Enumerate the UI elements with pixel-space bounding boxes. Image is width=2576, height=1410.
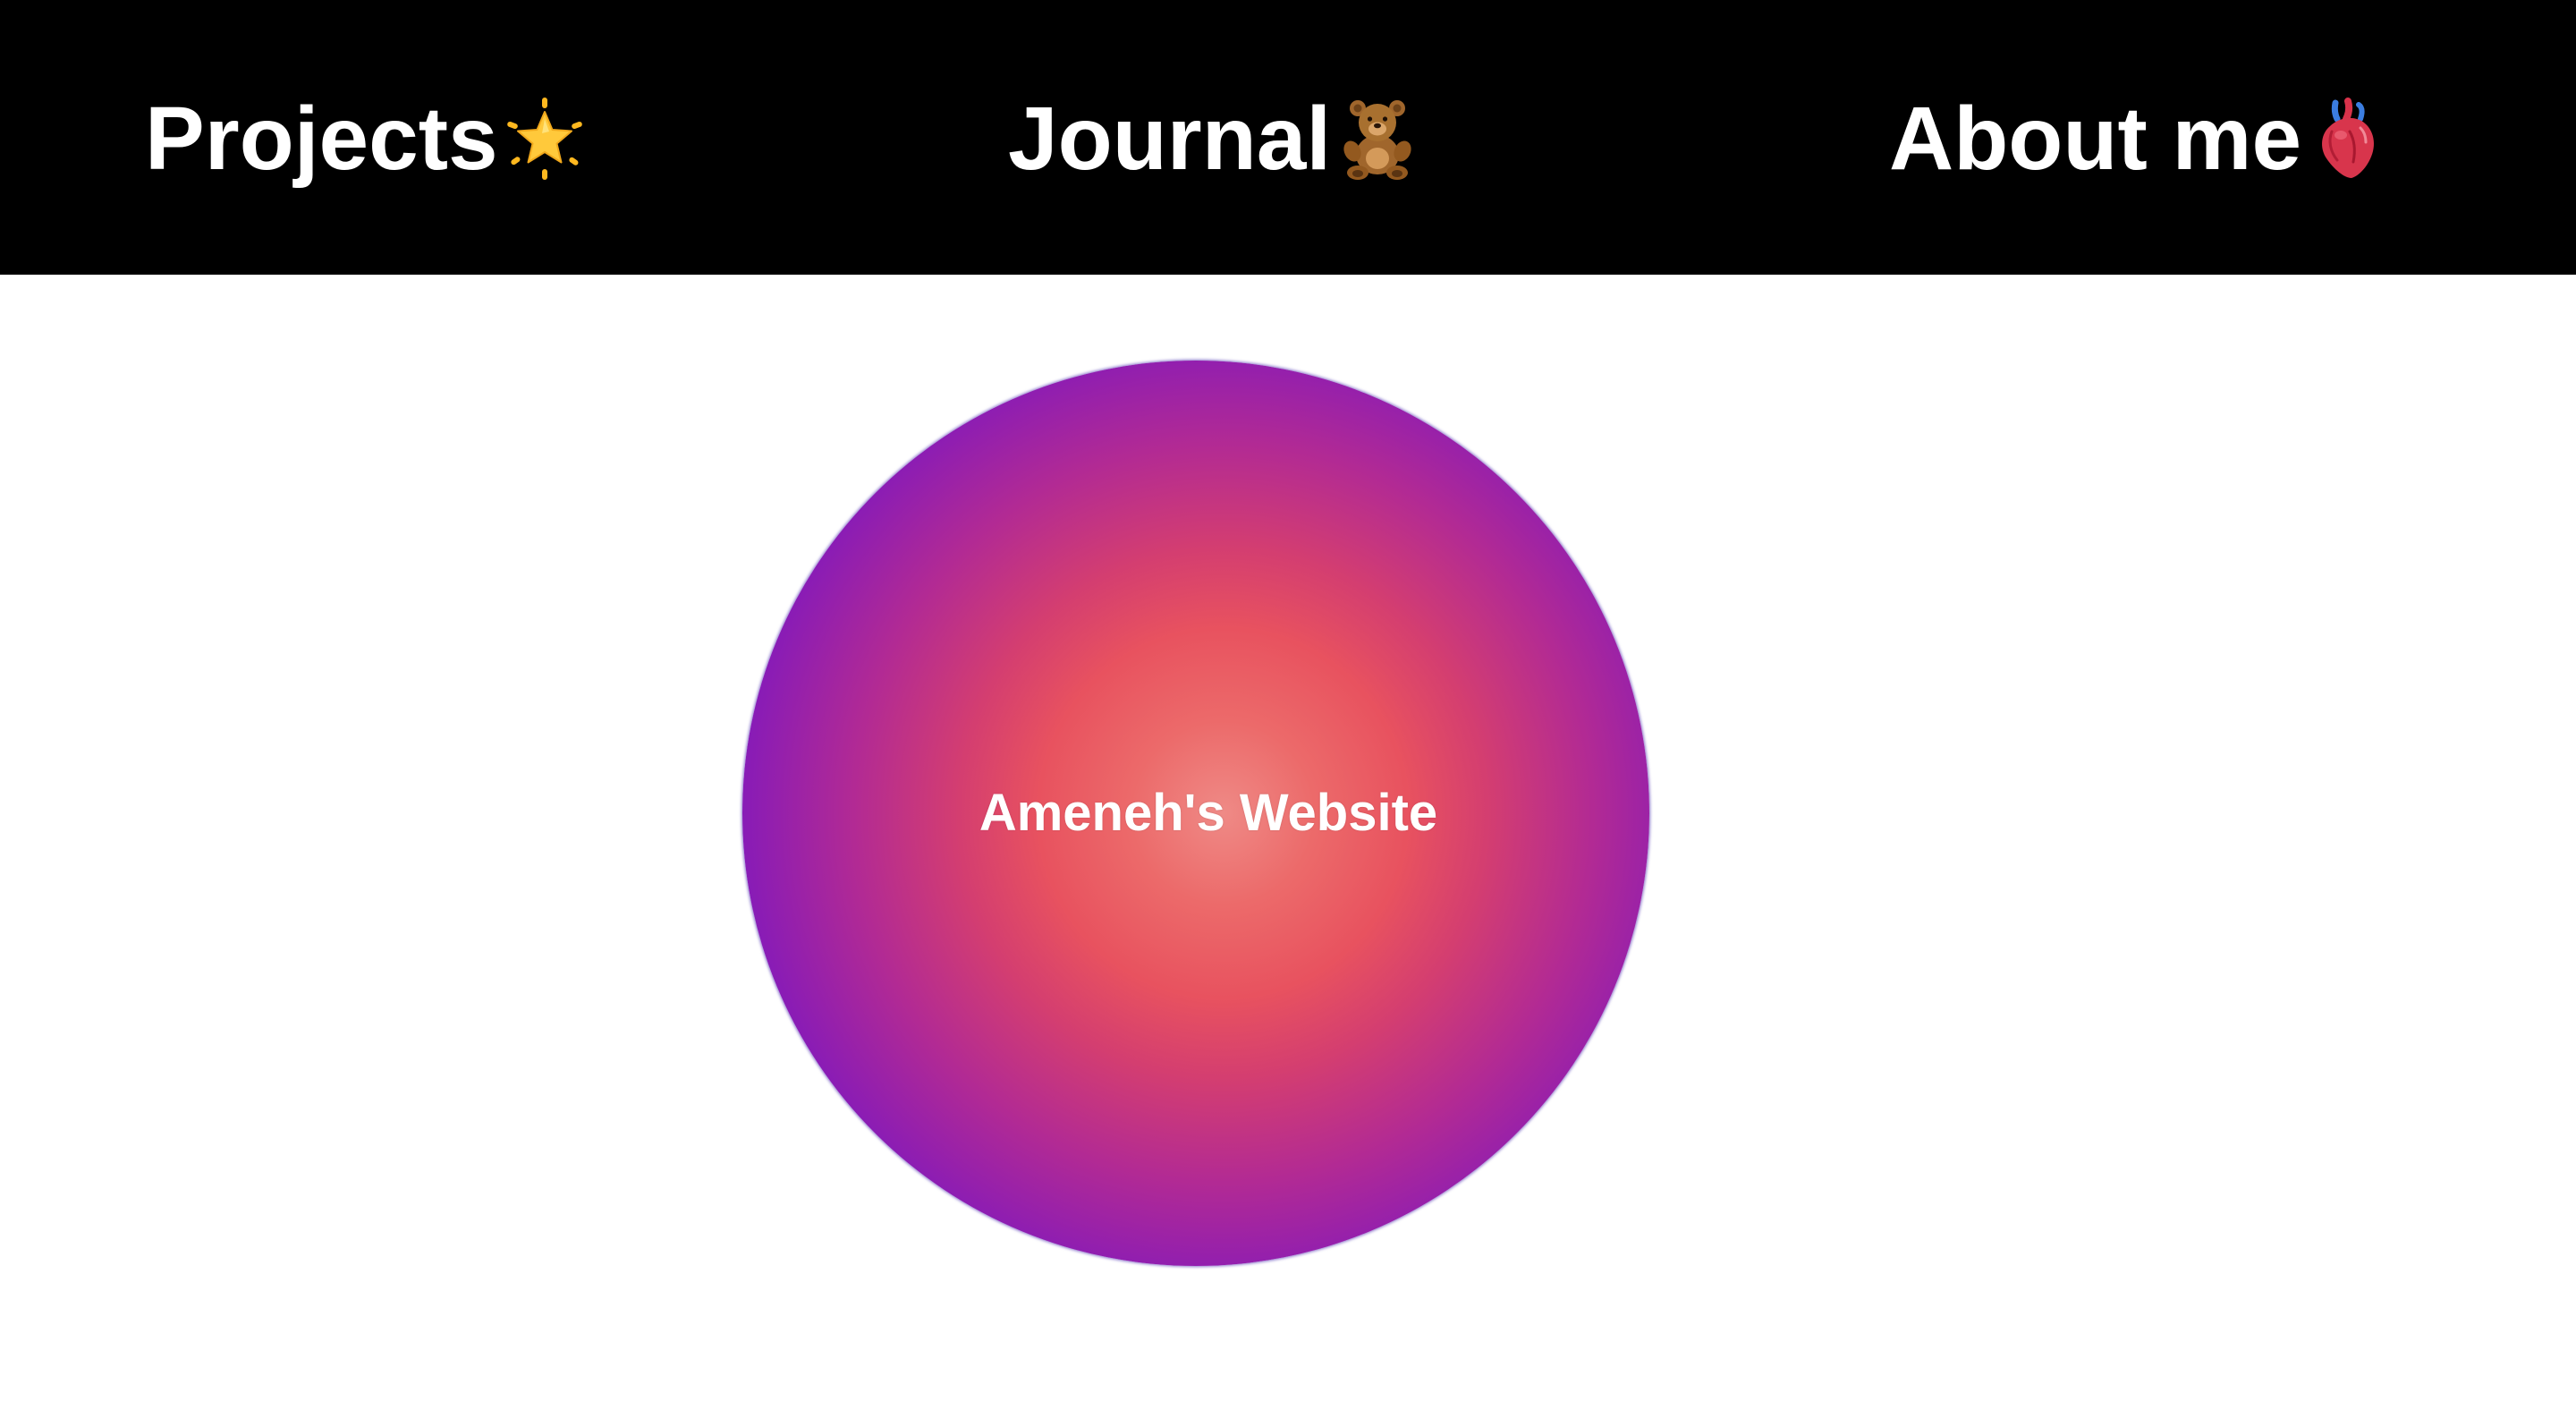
glowing-star-icon [502, 96, 588, 182]
teddy-bear-icon [1335, 96, 1420, 182]
nav-link-projects[interactable]: Projects [145, 85, 588, 192]
nav-link-about-me-label: About me [1889, 89, 2302, 189]
site-title: Ameneh's Website [979, 784, 1438, 842]
nav-link-journal[interactable]: Journal [1008, 85, 1420, 192]
hero-gradient-circle: Ameneh's Website [742, 361, 1649, 1266]
anatomical-heart-icon [2305, 96, 2391, 182]
nav-link-projects-label: Projects [145, 89, 498, 189]
nav-link-journal-label: Journal [1008, 89, 1332, 189]
top-navigation-bar: Projects Journal About me [0, 0, 2576, 275]
nav-link-about-me[interactable]: About me [1889, 85, 2391, 192]
